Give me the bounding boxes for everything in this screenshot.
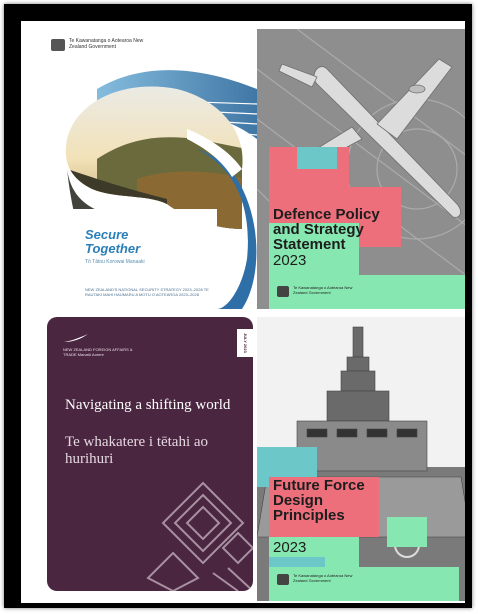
cover-year: 2023 bbox=[273, 252, 307, 269]
cover-fine-print: NEW ZEALAND'S NATIONAL SECURITY STRATEGY… bbox=[85, 287, 209, 297]
cover-defence-policy: Defence Policy and Strategy Statement 20… bbox=[257, 29, 465, 309]
fern-icon bbox=[64, 334, 88, 342]
ship-photo bbox=[257, 317, 465, 601]
date-badge: JULY 2023 bbox=[237, 329, 253, 357]
govt-logo-text: Te Kawanatanga o Aotearoa New Zealand Go… bbox=[293, 573, 353, 583]
pattern-graphic bbox=[146, 481, 253, 591]
cover-title-line2: Together bbox=[85, 241, 141, 256]
cover-future-force-design: Future Force Design Principles 2023 Te K… bbox=[257, 317, 465, 601]
cover-navigating-shifting-world: NEW ZEALAND FOREIGN AFFAIRS & TRADE Mana… bbox=[47, 317, 253, 591]
govt-logo-text: Te Kawanatanga o Aotearoa New Zealand Go… bbox=[69, 38, 144, 50]
cover-title: Future Force Design Principles bbox=[273, 477, 365, 524]
cover-title-maori: Te whakatere i tētahi ao hurihuri bbox=[65, 434, 209, 467]
cover-title: Defence Policy and Strategy Statement bbox=[273, 206, 380, 253]
cover-artwork bbox=[37, 29, 257, 309]
govt-crest-icon bbox=[277, 286, 289, 297]
govt-crest-icon bbox=[51, 39, 65, 51]
cover-title-line1: Secure bbox=[85, 227, 129, 242]
mfat-logo-text: NEW ZEALAND FOREIGN AFFAIRS & TRADE Mana… bbox=[63, 347, 133, 357]
cover-subtitle: Tō Tātou Korowai Manaaki bbox=[85, 259, 145, 265]
cover-title-english: Navigating a shifting world bbox=[65, 397, 231, 413]
cover-secure-together: Te Kawanatanga o Aotearoa New Zealand Go… bbox=[37, 29, 257, 309]
collage-frame: Te Kawanatanga o Aotearoa New Zealand Go… bbox=[4, 4, 472, 608]
govt-logo-text: Te Kawanatanga o Aotearoa New Zealand Go… bbox=[293, 285, 353, 295]
govt-crest-icon bbox=[277, 574, 289, 585]
cover-year: 2023 bbox=[273, 539, 307, 556]
collage-grid: Te Kawanatanga o Aotearoa New Zealand Go… bbox=[21, 21, 465, 603]
